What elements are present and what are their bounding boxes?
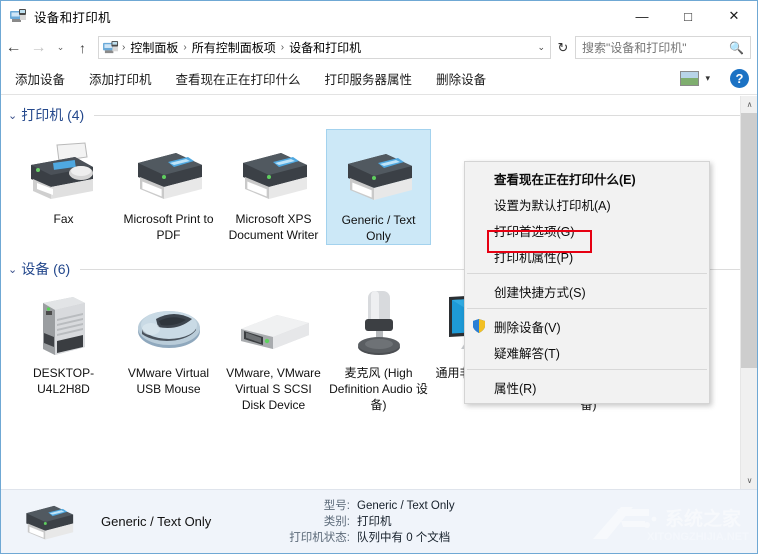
chevron-down-icon[interactable]: ▾ (705, 73, 710, 84)
device-tile-microsoft-xps-document-writer[interactable]: Microsoft XPS Document Writer (221, 129, 326, 245)
device-tile-desktop[interactable]: DESKTOP-U4L2H8D (11, 283, 116, 413)
help-button[interactable]: ? (730, 69, 749, 88)
printer-icon (19, 499, 79, 545)
close-button[interactable]: ✕ (711, 1, 757, 31)
devices-and-printers-window: 设备和打印机 — □ ✕ ← → ⌄ ↑ › 控制面板 › 所有控制面板项 › … (0, 0, 758, 554)
search-icon[interactable]: 🔍 (729, 41, 744, 55)
details-value: 队列中有 0 个文档 (357, 531, 451, 544)
menu-item-printer-properties[interactable]: 打印机属性(P) (465, 243, 709, 269)
details-key: 型号: (323, 499, 350, 512)
context-menu: 查看现在正在打印什么(E) 设置为默认打印机(A) 打印首选项(G) 打印机属性… (464, 161, 710, 404)
details-value: 打印机 (357, 515, 392, 528)
menu-item-properties[interactable]: 属性(R) (465, 374, 709, 400)
see-whats-printing-button[interactable]: 查看现在正在打印什么 (166, 65, 311, 92)
forward-button[interactable]: → (26, 35, 51, 61)
scroll-down-button[interactable]: ∨ (741, 472, 757, 489)
back-button[interactable]: ← (1, 35, 26, 61)
command-bar: 添加设备 添加打印机 查看现在正在打印什么 打印服务器属性 删除设备 ▾ ? (1, 63, 757, 95)
printer-icon (233, 135, 315, 207)
maximize-button[interactable]: □ (665, 1, 711, 31)
printer-icon (128, 135, 210, 207)
window-controls: — □ ✕ (619, 1, 757, 31)
window-title: 设备和打印机 (34, 10, 111, 25)
address-bar-row: ← → ⌄ ↑ › 控制面板 › 所有控制面板项 › 设备和打印机 ⌄ ↻ 搜索… (1, 32, 757, 63)
minimize-button[interactable]: — (619, 1, 665, 31)
details-row-status: 打印机状态: 队列中有 0 个文档 (266, 530, 455, 546)
mouse-icon (128, 289, 210, 361)
title-bar: 设备和打印机 — □ ✕ (1, 1, 757, 31)
section-title-devices: 设备 (6) (21, 261, 71, 277)
breadcrumb-devices-printers[interactable]: 设备和打印机 (285, 39, 365, 56)
section-divider (94, 114, 741, 116)
device-tile-microsoft-print-to-pdf[interactable]: Microsoft Print to PDF (116, 129, 221, 245)
vertical-scrollbar[interactable]: ∧ ∨ (740, 96, 757, 489)
device-label: VMware, VMware Virtual S SCSI Disk Devic… (226, 366, 321, 412)
address-dropdown-icon[interactable]: ⌄ (537, 42, 545, 53)
device-label: VMware Virtual USB Mouse (127, 366, 210, 396)
add-printer-button[interactable]: 添加打印机 (79, 65, 162, 92)
details-row-category: 类别: 打印机 (266, 514, 455, 530)
menu-item-troubleshoot[interactable]: 疑难解答(T) (465, 339, 709, 365)
device-label: Microsoft Print to PDF (123, 212, 214, 242)
change-view-icon[interactable] (680, 71, 700, 86)
scrollbar-thumb[interactable] (741, 113, 757, 368)
disk-drive-icon (233, 289, 315, 361)
address-devices-printers-icon (103, 40, 119, 55)
refresh-button[interactable]: ↻ (551, 36, 575, 59)
add-device-button[interactable]: 添加设备 (5, 65, 75, 92)
section-title-printers: 打印机 (4) (21, 107, 85, 123)
menu-separator (467, 308, 707, 309)
command-bar-right: ▾ ? (680, 69, 749, 88)
menu-separator (467, 369, 707, 370)
menu-item-see-whats-printing[interactable]: 查看现在正在打印什么(E) (465, 165, 709, 191)
search-box[interactable]: 🔍 (575, 36, 751, 59)
device-tile-generic-text-only[interactable]: Generic / Text Only (326, 129, 431, 245)
menu-item-create-shortcut[interactable]: 创建快捷方式(S) (465, 278, 709, 304)
device-tile-microphone[interactable]: 麦克风 (High Definition Audio 设备) (326, 283, 431, 413)
menu-separator (467, 273, 707, 274)
scroll-up-button[interactable]: ∧ (741, 96, 757, 113)
details-key: 打印机状态: (289, 531, 350, 544)
desktop-tower-icon (23, 289, 105, 361)
fax-printer-icon (23, 135, 105, 207)
details-pane: Generic / Text Only 型号: Generic / Text O… (1, 489, 757, 553)
menu-item-remove-device[interactable]: 删除设备(V) (465, 313, 709, 339)
menu-item-set-as-default-printer[interactable]: 设置为默认打印机(A) (465, 191, 709, 217)
device-tile-mouse[interactable]: VMware Virtual USB Mouse (116, 283, 221, 413)
microphone-icon (338, 289, 420, 361)
device-label: Microsoft XPS Document Writer (228, 212, 319, 242)
details-value: Generic / Text Only (357, 499, 455, 512)
device-label: Fax (53, 212, 74, 226)
section-header-printers[interactable]: ⌄ 打印机 (4) (8, 105, 757, 125)
search-input[interactable] (582, 40, 732, 55)
chevron-down-icon[interactable]: ⌄ (8, 109, 17, 122)
breadcrumb-all-items[interactable]: 所有控制面板项 (188, 39, 280, 56)
details-row-model: 型号: Generic / Text Only (266, 498, 455, 514)
devices-printers-icon (10, 8, 27, 24)
device-tile-fax[interactable]: Fax (11, 129, 116, 245)
breadcrumb-control-panel[interactable]: 控制面板 (126, 39, 182, 56)
up-button[interactable]: ↑ (70, 35, 95, 61)
recent-locations-button[interactable]: ⌄ (51, 35, 70, 61)
printer-icon (338, 136, 420, 208)
details-key: 类别: (323, 515, 350, 528)
device-label: 麦克风 (High Definition Audio 设备) (329, 366, 428, 412)
chevron-down-icon[interactable]: ⌄ (8, 263, 17, 276)
details-device-name: Generic / Text Only (101, 513, 212, 529)
device-label: Generic / Text Only (341, 213, 416, 243)
menu-item-printing-preferences[interactable]: 打印首选项(G) (465, 217, 709, 243)
device-tile-scsi-disk[interactable]: VMware, VMware Virtual S SCSI Disk Devic… (221, 283, 326, 413)
uac-shield-icon (471, 318, 487, 334)
address-bar[interactable]: › 控制面板 › 所有控制面板项 › 设备和打印机 ⌄ (98, 36, 551, 59)
device-label: DESKTOP-U4L2H8D (32, 366, 95, 396)
print-server-properties-button[interactable]: 打印服务器属性 (315, 65, 423, 92)
menu-item-label: 删除设备(V) (494, 320, 561, 335)
details-table: 型号: Generic / Text Only 类别: 打印机 打印机状态: 队… (266, 498, 455, 546)
remove-device-button[interactable]: 删除设备 (426, 65, 496, 92)
